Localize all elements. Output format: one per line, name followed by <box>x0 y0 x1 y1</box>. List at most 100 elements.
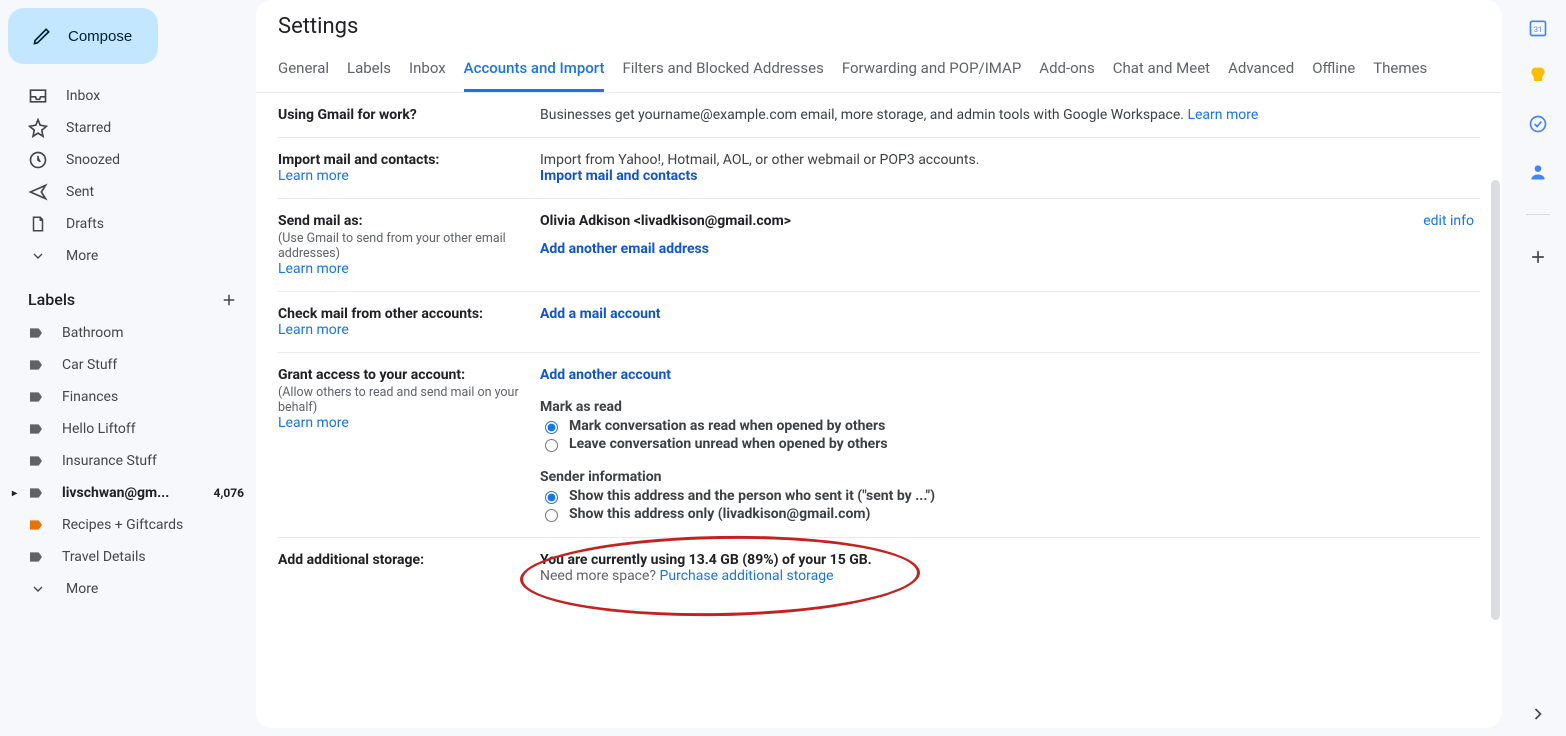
add-icon[interactable] <box>1528 247 1548 267</box>
radio-mark-read[interactable] <box>545 421 558 434</box>
calendar-icon[interactable]: 31 <box>1528 18 1548 38</box>
nav-label: Sent <box>66 184 94 200</box>
section-title: Send mail as: <box>278 213 532 229</box>
sendas-identity: Olivia Adkison <livadkison@gmail.com> <box>540 213 1480 229</box>
show-address-only-option[interactable]: Show this address only (livadkison@gmail… <box>540 505 1480 523</box>
nav-label: Snoozed <box>66 152 120 168</box>
label-item[interactable]: ▸livschwan@gm...4,076 <box>8 477 256 509</box>
radio-label: Show this address only (livadkison@gmail… <box>569 506 870 522</box>
pencil-icon <box>32 26 52 46</box>
add-mail-account-link[interactable]: Add a mail account <box>540 306 661 322</box>
scrollbar[interactable] <box>1491 180 1500 620</box>
label-icon <box>28 421 44 437</box>
section-send-mail-as: Send mail as: (Use Gmail to send from yo… <box>278 199 1480 292</box>
mark-read-option[interactable]: Mark conversation as read when opened by… <box>540 417 1480 435</box>
radio-leave-unread[interactable] <box>545 439 558 452</box>
labels-title: Labels <box>28 290 75 309</box>
label-icon <box>28 485 44 501</box>
learn-more-link[interactable]: Learn more <box>278 261 349 277</box>
label-name: Insurance Stuff <box>62 453 157 469</box>
section-check-mail: Check mail from other accounts: Learn mo… <box>278 292 1480 353</box>
tab-labels[interactable]: Labels <box>347 49 391 92</box>
section-title: Using Gmail for work? <box>278 107 532 123</box>
radio-show-sentby[interactable] <box>545 491 558 504</box>
label-icon <box>28 549 44 565</box>
nav-more[interactable]: More <box>8 240 256 272</box>
radio-show-address-only[interactable] <box>545 509 558 522</box>
label-item[interactable]: Travel Details <box>8 541 256 573</box>
label-name: Car Stuff <box>62 357 117 373</box>
show-sentby-option[interactable]: Show this address and the person who sen… <box>540 487 1480 505</box>
tab-chat-and-meet[interactable]: Chat and Meet <box>1113 49 1210 92</box>
compose-button[interactable]: Compose <box>8 8 158 64</box>
need-space-text: Need more space? <box>540 568 660 584</box>
label-item[interactable]: Bathroom <box>8 317 256 349</box>
label-name: Finances <box>62 389 118 405</box>
section-subtitle: (Use Gmail to send from your other email… <box>278 231 532 261</box>
leave-unread-option[interactable]: Leave conversation unread when opened by… <box>540 435 1480 453</box>
file-icon <box>28 215 48 233</box>
tab-general[interactable]: General <box>278 49 329 92</box>
label-count: 4,076 <box>214 486 245 500</box>
nav-inbox[interactable]: Inbox <box>8 80 256 112</box>
learn-more-link[interactable]: Learn more <box>278 415 349 431</box>
tab-inbox[interactable]: Inbox <box>409 49 446 92</box>
star-icon <box>28 118 48 138</box>
label-item[interactable]: Finances <box>8 381 256 413</box>
label-name: Bathroom <box>62 325 123 341</box>
tab-filters-and-blocked-addresses[interactable]: Filters and Blocked Addresses <box>622 49 823 92</box>
contacts-icon[interactable] <box>1528 162 1548 182</box>
section-title: Grant access to your account: <box>278 367 532 383</box>
tab-offline[interactable]: Offline <box>1312 49 1355 92</box>
caret-icon: ▸ <box>12 488 17 499</box>
settings-panel: Settings General Labels Inbox Accounts and … <box>256 0 1502 728</box>
more-label: More <box>66 581 98 597</box>
nav-drafts[interactable]: Drafts <box>8 208 256 240</box>
nav-starred[interactable]: Starred <box>8 112 256 144</box>
label-item[interactable]: Recipes + Giftcards <box>8 509 256 541</box>
tab-themes[interactable]: Themes <box>1373 49 1427 92</box>
hide-panel-icon[interactable] <box>1528 704 1548 724</box>
purchase-storage-link[interactable]: Purchase additional storage <box>660 568 834 584</box>
import-mail-link[interactable]: Import mail and contacts <box>540 168 697 184</box>
label-item[interactable]: Hello Liftoff <box>8 413 256 445</box>
nav-label: Starred <box>66 120 111 136</box>
learn-more-link[interactable]: Learn more <box>278 322 349 338</box>
labels-header: Labels <box>8 272 256 317</box>
svg-text:31: 31 <box>1534 25 1542 34</box>
tab-forwarding-and-pop-imap[interactable]: Forwarding and POP/IMAP <box>842 49 1021 92</box>
tab-advanced[interactable]: Advanced <box>1228 49 1294 92</box>
compose-label: Compose <box>68 28 132 45</box>
nav-label: Inbox <box>66 88 100 104</box>
label-item[interactable]: Car Stuff <box>8 349 256 381</box>
storage-usage-text: You are currently using 13.4 GB (89%) of… <box>540 552 1480 568</box>
label-icon <box>28 453 44 469</box>
learn-more-link[interactable]: Learn more <box>1187 107 1258 123</box>
learn-more-link[interactable]: Learn more <box>278 168 349 184</box>
edit-info-link[interactable]: edit info <box>1423 213 1474 229</box>
nav-snoozed[interactable]: Snoozed <box>8 144 256 176</box>
page-title: Settings <box>256 8 1502 49</box>
section-body: Import from Yahoo!, Hotmail, AOL, or oth… <box>540 152 1480 168</box>
label-name: Travel Details <box>62 549 146 565</box>
labels-more[interactable]: More <box>8 573 256 605</box>
section-using-for-work: Using Gmail for work? Businesses get you… <box>278 93 1480 138</box>
label-item[interactable]: Insurance Stuff <box>8 445 256 477</box>
section-grant-access: Grant access to your account: (Allow oth… <box>278 353 1480 538</box>
tab-add-ons[interactable]: Add-ons <box>1039 49 1094 92</box>
add-email-link[interactable]: Add another email address <box>540 241 709 257</box>
tasks-icon[interactable] <box>1528 114 1548 134</box>
nav-sent[interactable]: Sent <box>8 176 256 208</box>
mark-as-read-title: Mark as read <box>540 399 1480 415</box>
add-label-icon[interactable] <box>220 291 238 309</box>
chevron-down-icon <box>28 248 48 264</box>
radio-label: Mark conversation as read when opened by… <box>569 418 885 434</box>
section-import-mail: Import mail and contacts: Learn more Imp… <box>278 138 1480 199</box>
sidebar: Compose Inbox Starred Snoozed Sent Draft… <box>0 0 256 736</box>
send-icon <box>28 182 48 202</box>
tab-accounts-and-import[interactable]: Accounts and Import <box>464 49 605 92</box>
radio-label: Leave conversation unread when opened by… <box>569 436 888 452</box>
keep-icon[interactable] <box>1528 66 1548 86</box>
add-account-link[interactable]: Add another account <box>540 367 671 383</box>
section-storage: Add additional storage: You are currentl… <box>278 538 1480 598</box>
